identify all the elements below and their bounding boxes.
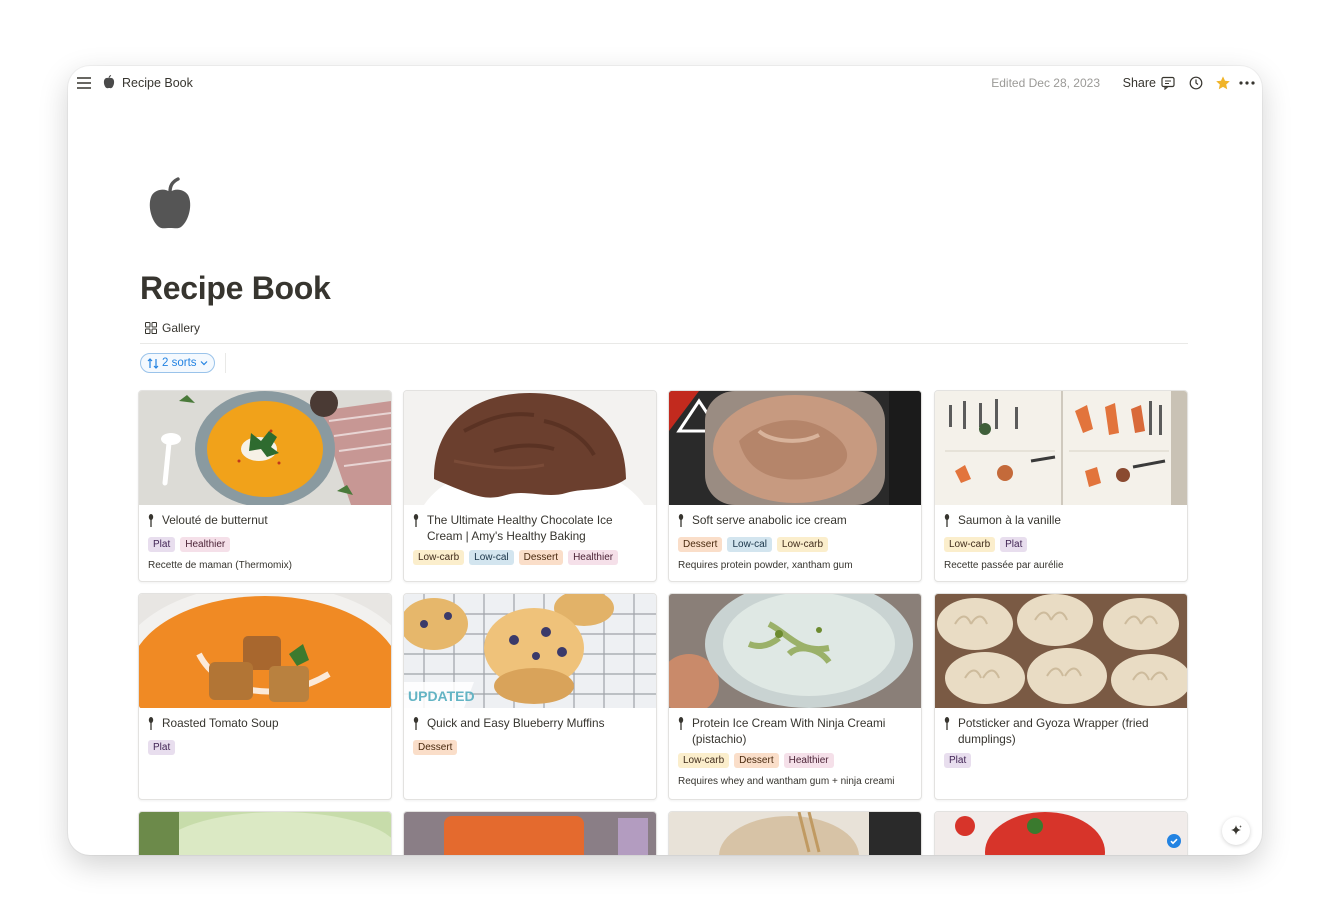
- card-note: Recette passée par aurélie: [944, 560, 1064, 571]
- tag-list: Plat: [148, 740, 383, 755]
- apple-icon: [102, 74, 116, 90]
- card-cover-image: [404, 391, 656, 505]
- menu-icon[interactable]: [76, 75, 92, 91]
- card-note: Requires protein powder, xantham gum: [678, 560, 853, 571]
- sort-label: 2 sorts: [162, 357, 197, 369]
- gallery-card[interactable]: Soft serve anabolic ice cream Dessert Low…: [668, 390, 922, 582]
- edited-timestamp: Edited Dec 28, 2023: [991, 76, 1100, 90]
- share-button[interactable]: Share: [1123, 76, 1156, 90]
- tag-badge: Dessert: [734, 753, 779, 768]
- pin-icon: [148, 514, 156, 531]
- gallery-card[interactable]: [138, 811, 392, 855]
- gallery-card[interactable]: [668, 811, 922, 855]
- card-title: Roasted Tomato Soup: [162, 716, 279, 730]
- tag-list: Plat: [944, 753, 1179, 768]
- tag-badge: Low-cal: [727, 537, 772, 552]
- tag-badge: Healthier: [180, 537, 231, 552]
- tag-list: Low-carb Plat: [944, 537, 1179, 552]
- sort-button[interactable]: 2 sorts: [140, 353, 215, 373]
- sort-icon: [147, 357, 159, 369]
- tag-badge: Low-carb: [776, 537, 829, 552]
- gallery-card[interactable]: UPDATED Quick and Easy Blueberry Muffins…: [403, 593, 657, 800]
- card-cover-image: [139, 812, 391, 855]
- card-title: Quick and Easy Blueberry Muffins: [427, 716, 605, 730]
- tab-label: Gallery: [162, 321, 201, 335]
- more-icon[interactable]: [1236, 75, 1258, 91]
- gallery-card[interactable]: Saumon à la vanille Low-carb Plat Recette…: [934, 390, 1188, 582]
- page-title[interactable]: Recipe Book: [140, 270, 331, 307]
- divider: [225, 353, 226, 373]
- tag-badge: Low-carb: [678, 753, 730, 768]
- tag-badge: Plat: [148, 537, 176, 552]
- cover-text: UPDATED: [408, 688, 475, 704]
- tag-badge: Healthier: [568, 550, 619, 565]
- tag-badge: Dessert: [678, 537, 723, 552]
- comment-icon[interactable]: [1160, 75, 1176, 91]
- card-cover-image: [669, 391, 921, 505]
- divider: [140, 343, 1188, 344]
- pin-icon: [678, 514, 686, 531]
- tag-list: Low-carb Low-cal Dessert Healthier: [413, 550, 648, 565]
- card-cover-image: [935, 391, 1187, 505]
- tag-badge: Low-carb: [413, 550, 465, 565]
- card-title: Soft serve anabolic ice cream: [692, 513, 847, 527]
- tag-badge: Plat: [1000, 537, 1028, 552]
- pin-icon: [944, 717, 952, 747]
- tag-badge: Low-carb: [944, 537, 996, 552]
- sparkle-icon: [1231, 825, 1242, 835]
- tag-list: Plat Healthier: [148, 537, 383, 552]
- notion-window: Recipe Book Edited Dec 28, 2023 Share Re…: [68, 66, 1262, 855]
- gallery-card[interactable]: [934, 811, 1188, 855]
- star-icon[interactable]: [1214, 74, 1232, 92]
- gallery-card[interactable]: Protein Ice Cream With Ninja Creami (pis…: [668, 593, 922, 800]
- gallery-card[interactable]: Velouté de butternut Plat Healthier Recet…: [138, 390, 392, 582]
- card-title: Saumon à la vanille: [958, 513, 1061, 527]
- card-title: Velouté de butternut: [162, 513, 268, 527]
- card-title: Potsticker and Gyoza Wrapper (fried dump…: [958, 716, 1149, 746]
- card-cover-image: UPDATED: [404, 594, 656, 708]
- pin-icon: [413, 514, 421, 544]
- tag-list: Dessert Low-cal Low-carb: [678, 537, 913, 552]
- card-note: Requires whey and wantham gum + ninja cr…: [678, 776, 895, 787]
- gallery-card[interactable]: Potsticker and Gyoza Wrapper (fried dump…: [934, 593, 1188, 800]
- tag-list: Low-carb Dessert Healthier: [678, 753, 913, 768]
- gallery-icon: [145, 322, 157, 334]
- card-cover-image: [935, 812, 1187, 855]
- pin-icon: [678, 717, 686, 747]
- card-note: Recette de maman (Thermomix): [148, 560, 292, 571]
- pin-icon: [148, 717, 156, 734]
- card-cover-image: [139, 594, 391, 708]
- tag-list: Dessert: [413, 740, 648, 755]
- card-cover-image: [669, 594, 921, 708]
- tag-badge: Healthier: [783, 753, 834, 768]
- clock-icon[interactable]: [1188, 75, 1204, 91]
- breadcrumb-title[interactable]: Recipe Book: [122, 76, 193, 90]
- apple-icon[interactable]: [146, 176, 198, 232]
- tag-badge: Dessert: [413, 740, 458, 755]
- card-cover-image: [935, 594, 1187, 708]
- pin-icon: [944, 514, 952, 531]
- tag-badge: Plat: [148, 740, 176, 755]
- card-title: Protein Ice Cream With Ninja Creami (pis…: [692, 716, 886, 746]
- gallery-card[interactable]: Roasted Tomato Soup Plat: [138, 593, 392, 800]
- card-cover-image: [669, 812, 921, 855]
- ai-sparkle-button[interactable]: [1222, 817, 1250, 845]
- tag-badge: Plat: [944, 753, 972, 768]
- gallery-card[interactable]: [403, 811, 657, 855]
- top-bar: Recipe Book Edited Dec 28, 2023 Share: [68, 66, 1262, 100]
- card-cover-image: [404, 812, 656, 855]
- card-cover-image: [139, 391, 391, 505]
- tag-badge: Low-cal: [469, 550, 514, 565]
- chevron-down-icon: [200, 361, 207, 366]
- tab-gallery[interactable]: Gallery: [145, 321, 200, 335]
- checkmark-icon[interactable]: [1167, 834, 1181, 848]
- gallery-card[interactable]: The Ultimate Healthy Chocolate Ice Cream…: [403, 390, 657, 582]
- card-title: The Ultimate Healthy Chocolate Ice Cream…: [427, 513, 613, 543]
- pin-icon: [413, 717, 421, 734]
- tag-badge: Dessert: [518, 550, 564, 565]
